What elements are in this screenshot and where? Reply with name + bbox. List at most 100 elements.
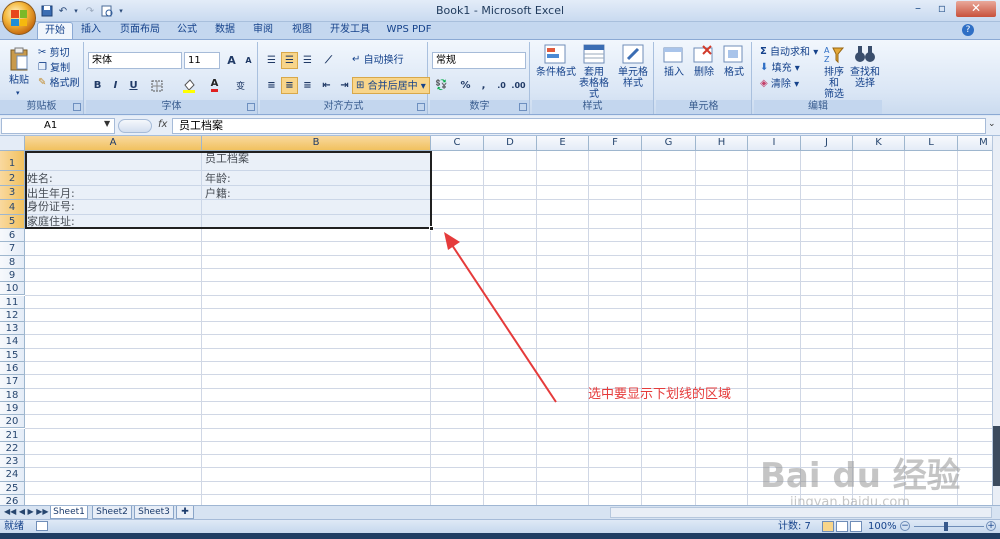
sheet-tab-1[interactable]: Sheet1 (50, 506, 88, 519)
insert-function-button[interactable]: fx (158, 119, 167, 130)
row-header-10[interactable]: 10 (0, 282, 25, 296)
qat-customize-icon[interactable]: ▾ (116, 3, 126, 19)
row-header-17[interactable]: 17 (0, 375, 25, 389)
find-select-button[interactable]: 查找和 选择 (850, 44, 880, 89)
row-header-13[interactable]: 13 (0, 322, 25, 336)
redo-icon[interactable]: ↷ (82, 3, 98, 19)
increase-indent-icon[interactable]: ⇥ (336, 77, 353, 94)
format-cells-button[interactable]: 格式 (720, 44, 748, 79)
undo-dropdown-icon[interactable]: ▾ (72, 3, 80, 19)
align-left-icon[interactable]: ≡ (263, 77, 280, 94)
tab-wps-pdf[interactable]: WPS PDF (384, 22, 434, 39)
row-header-11[interactable]: 11 (0, 295, 25, 309)
column-header-f[interactable]: F (589, 136, 642, 151)
phonetic-button[interactable]: 变 (232, 77, 249, 94)
bold-button[interactable]: B (89, 77, 106, 94)
comma-button[interactable]: , (475, 77, 492, 94)
increase-decimal-icon[interactable]: .0 (493, 77, 510, 94)
orientation-icon[interactable]: ⟋ (320, 52, 337, 69)
name-box-dropdown-icon[interactable]: ▼ (104, 119, 110, 128)
row-header-12[interactable]: 12 (0, 308, 25, 323)
column-header-b[interactable]: B (202, 136, 431, 151)
tab-insert[interactable]: 插入 (76, 22, 106, 39)
formula-bar-collapse-icon[interactable]: ⌄ (988, 119, 996, 129)
row-header-21[interactable]: 21 (0, 428, 25, 442)
row-header-8[interactable]: 8 (0, 255, 25, 269)
row-header-4[interactable]: 4 (0, 200, 25, 215)
row-header-26[interactable]: 26 (0, 495, 25, 505)
row-header-7[interactable]: 7 (0, 242, 25, 256)
row-header-2[interactable]: 2 (0, 171, 25, 186)
column-header-j[interactable]: J (801, 136, 853, 151)
save-icon[interactable] (40, 3, 54, 19)
tab-developer[interactable]: 开发工具 (326, 22, 374, 39)
cell-styles-button[interactable]: 单元格 样式 (614, 44, 652, 96)
sheet-tab-3[interactable]: Sheet3 (134, 506, 174, 519)
format-as-table-button[interactable]: 套用 表格格式 (576, 44, 612, 100)
restore-icon[interactable]: ▫ (932, 1, 952, 17)
align-right-icon[interactable]: ≡ (299, 77, 316, 94)
row-header-6[interactable]: 6 (0, 229, 25, 243)
page-break-view-icon[interactable] (850, 521, 862, 532)
column-header-e[interactable]: E (537, 136, 589, 151)
tab-view[interactable]: 视图 (287, 22, 317, 39)
font-launcher-icon[interactable] (247, 103, 255, 111)
tab-review[interactable]: 审阅 (248, 22, 278, 39)
row-header-16[interactable]: 16 (0, 362, 25, 376)
decrease-decimal-icon[interactable]: .00 (510, 77, 527, 94)
row-header-1[interactable]: 1 (0, 151, 25, 171)
decrease-indent-icon[interactable]: ⇤ (318, 77, 335, 94)
number-format-select[interactable]: 常规 (432, 52, 526, 69)
copy-button[interactable]: ❐ 复制 (38, 62, 70, 75)
number-launcher-icon[interactable] (519, 103, 527, 111)
minimize-icon[interactable]: – (908, 1, 928, 17)
macro-record-icon[interactable] (36, 521, 48, 531)
shrink-font-button[interactable]: A (240, 52, 257, 69)
scroll-thumb[interactable] (993, 426, 1000, 486)
wrap-text-button[interactable]: ↵ 自动换行 (352, 54, 404, 67)
row-header-25[interactable]: 25 (0, 481, 25, 495)
align-top-icon[interactable]: ☰ (263, 52, 280, 69)
format-painter-button[interactable]: ✎ 格式刷 (38, 77, 80, 90)
row-header-3[interactable]: 3 (0, 186, 25, 200)
cut-button[interactable]: ✂ 剪切 (38, 47, 70, 60)
zoom-slider-thumb[interactable] (944, 522, 948, 531)
font-name-select[interactable]: 宋体 (88, 52, 182, 69)
vertical-scrollbar[interactable] (992, 136, 1000, 505)
delete-cells-button[interactable]: 删除 (690, 44, 718, 79)
close-icon[interactable]: ✕ (956, 1, 996, 17)
row-header-5[interactable]: 5 (0, 215, 25, 229)
page-layout-view-icon[interactable] (836, 521, 848, 532)
zoom-slider[interactable] (914, 526, 984, 527)
row-header-9[interactable]: 9 (0, 268, 25, 283)
selection-range[interactable] (25, 151, 432, 229)
formula-input[interactable]: 员工档案 (172, 118, 986, 134)
column-header-i[interactable]: I (748, 136, 801, 151)
clear-button[interactable]: ◈ 清除 ▾ (760, 78, 799, 91)
name-box[interactable]: A1 (1, 118, 115, 134)
row-header-23[interactable]: 23 (0, 455, 25, 469)
zoom-level[interactable]: 100% (868, 520, 897, 533)
insert-sheet-icon[interactable]: ✚ (176, 506, 194, 519)
column-header-d[interactable]: D (484, 136, 537, 151)
help-icon[interactable]: ? (962, 24, 974, 36)
tab-data[interactable]: 数据 (210, 22, 240, 39)
column-header-a[interactable]: A (25, 136, 202, 151)
column-header-c[interactable]: C (431, 136, 484, 151)
percent-button[interactable]: % (457, 77, 474, 94)
grow-font-button[interactable]: A (223, 52, 240, 69)
print-preview-icon[interactable] (100, 3, 114, 19)
underline-button[interactable]: U (125, 77, 142, 94)
column-header-h[interactable]: H (696, 136, 748, 151)
autosum-button[interactable]: Σ 自动求和 ▾ (760, 46, 818, 59)
currency-icon[interactable]: 💱 (433, 77, 450, 94)
tab-formulas[interactable]: 公式 (172, 22, 202, 39)
row-header-14[interactable]: 14 (0, 335, 25, 349)
row-header-22[interactable]: 22 (0, 441, 25, 456)
undo-icon[interactable]: ↶ (55, 3, 71, 19)
border-icon[interactable] (148, 77, 165, 94)
zoom-out-icon[interactable]: − (900, 521, 910, 531)
paste-button[interactable]: 粘贴 ▾ (6, 47, 32, 97)
sort-filter-button[interactable]: AZ 排序和 筛选 (820, 44, 848, 100)
fill-button[interactable]: ⬇ 填充 ▾ (760, 62, 800, 75)
